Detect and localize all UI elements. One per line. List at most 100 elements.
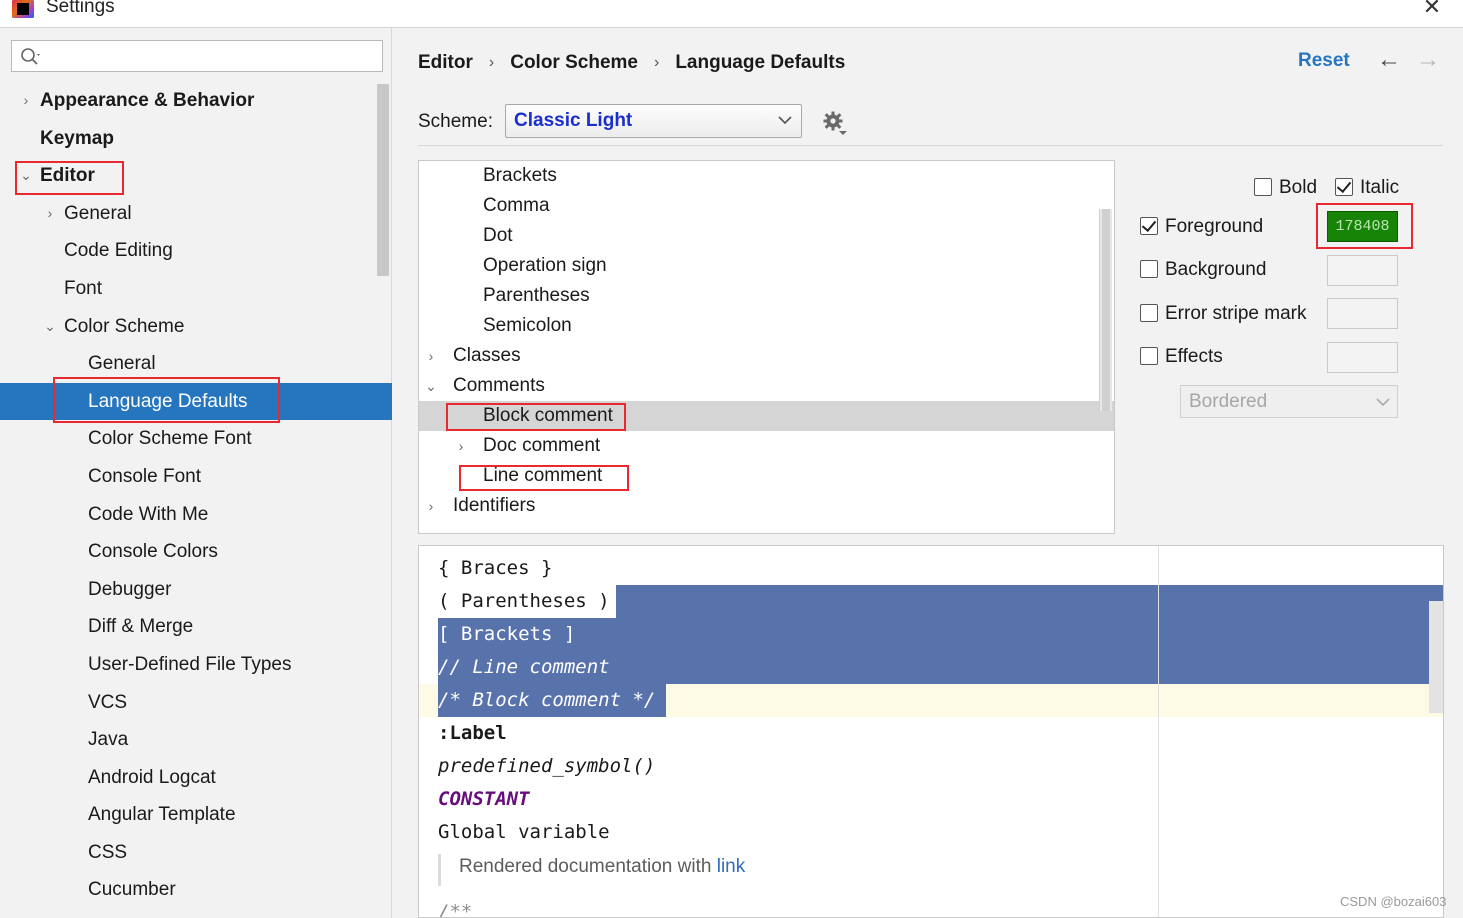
back-button[interactable]: ← bbox=[1375, 46, 1403, 74]
sidebar-item-diff-merge[interactable]: Diff & Merge bbox=[0, 608, 378, 646]
tree-item-label: Line comment bbox=[483, 465, 603, 486]
breadcrumb-color-scheme[interactable]: Color Scheme bbox=[510, 52, 638, 74]
foreground-color-swatch[interactable]: 178408 bbox=[1327, 211, 1398, 242]
scheme-value: Classic Light bbox=[514, 110, 633, 131]
sidebar-item-console-colors[interactable]: Console Colors bbox=[0, 533, 378, 571]
error-stripe-label: Error stripe mark bbox=[1165, 303, 1307, 324]
color-element-tree: Brackets Comma Dot Operation sign Parent… bbox=[418, 160, 1115, 534]
background-label: Background bbox=[1165, 259, 1267, 280]
tree-item-parentheses[interactable]: Parentheses bbox=[419, 281, 1099, 311]
effects-color-swatch[interactable] bbox=[1327, 342, 1398, 373]
sidebar-item-vcs[interactable]: VCS bbox=[0, 684, 378, 722]
tree-item-doc-comment[interactable]: › Doc comment bbox=[419, 431, 1099, 461]
sidebar-item-appearance-behavior[interactable]: › Appearance & Behavior bbox=[0, 82, 378, 120]
tree-item-dot[interactable]: Dot bbox=[419, 221, 1099, 251]
italic-label: Italic bbox=[1360, 177, 1400, 198]
rendered-doc-text: Rendered documentation with bbox=[459, 856, 717, 877]
sidebar-item-keymap[interactable]: Keymap bbox=[0, 120, 378, 158]
foreground-label: Foreground bbox=[1165, 216, 1264, 237]
tree-item-line-comment[interactable]: Line comment bbox=[419, 461, 1099, 491]
scheme-dropdown[interactable]: Classic Light bbox=[505, 104, 802, 138]
sidebar-item-general[interactable]: › General bbox=[0, 195, 378, 233]
chevron-down-icon: ⌄ bbox=[20, 167, 32, 184]
italic-checkbox-box bbox=[1335, 178, 1353, 196]
preview-line-constant: CONSTANT bbox=[419, 783, 1443, 816]
settings-main-panel: Editor › Color Scheme › Language Default… bbox=[392, 28, 1463, 918]
sidebar-item-debugger[interactable]: Debugger bbox=[0, 571, 378, 609]
sidebar-item-label: Cucumber bbox=[88, 879, 176, 901]
sidebar-item-editor[interactable]: ⌄ Editor bbox=[0, 157, 378, 195]
sidebar-item-color-scheme[interactable]: ⌄ Color Scheme bbox=[0, 308, 378, 346]
element-tree-scrollbar[interactable] bbox=[1099, 209, 1112, 411]
sidebar-scrollbar[interactable] bbox=[377, 84, 389, 276]
code-text: /* Block comment */ bbox=[438, 689, 656, 711]
tree-item-label: Brackets bbox=[483, 165, 557, 186]
error-stripe-color-swatch[interactable] bbox=[1327, 298, 1398, 329]
foreground-checkbox[interactable]: Foreground bbox=[1140, 216, 1263, 238]
preview-line-global-variable: Global variable bbox=[419, 816, 1443, 849]
tree-item-comments[interactable]: ⌄ Comments bbox=[419, 371, 1099, 401]
effects-checkbox[interactable]: Effects bbox=[1140, 346, 1223, 368]
background-color-swatch[interactable] bbox=[1327, 255, 1398, 286]
chevron-right-icon: › bbox=[428, 498, 434, 514]
tree-item-label: Operation sign bbox=[483, 255, 607, 276]
effects-style-value: Bordered bbox=[1189, 391, 1268, 412]
search-box[interactable] bbox=[11, 40, 383, 72]
background-checkbox[interactable]: Background bbox=[1140, 259, 1266, 281]
breadcrumb-separator: › bbox=[653, 54, 660, 71]
code-text: ( Parentheses ) bbox=[438, 590, 610, 612]
watermark-text: CSDN @bozai603 bbox=[1340, 894, 1447, 909]
sidebar-item-code-with-me[interactable]: Code With Me bbox=[0, 496, 378, 534]
sidebar-item-label: Angular Template bbox=[88, 804, 236, 826]
gear-icon[interactable] bbox=[822, 110, 848, 136]
bold-checkbox[interactable]: Bold bbox=[1254, 177, 1317, 199]
tree-item-label: Comments bbox=[453, 375, 545, 396]
foreground-color-value: 178408 bbox=[1335, 218, 1390, 235]
error-stripe-checkbox[interactable]: Error stripe mark bbox=[1140, 303, 1306, 325]
breadcrumb-editor[interactable]: Editor bbox=[418, 52, 473, 74]
sidebar-item-color-scheme-general[interactable]: General bbox=[0, 345, 378, 383]
sidebar-item-css[interactable]: CSS bbox=[0, 834, 378, 872]
forward-button[interactable]: → bbox=[1414, 46, 1442, 74]
sidebar-item-cucumber[interactable]: Cucumber bbox=[0, 871, 378, 909]
sidebar-item-java[interactable]: Java bbox=[0, 721, 378, 759]
tree-item-label: Semicolon bbox=[483, 315, 572, 336]
sidebar-item-label: VCS bbox=[88, 691, 128, 713]
sidebar-item-color-scheme-font[interactable]: Color Scheme Font bbox=[0, 420, 378, 458]
sidebar-item-console-font[interactable]: Console Font bbox=[0, 458, 378, 496]
tree-item-identifiers[interactable]: › Identifiers bbox=[419, 491, 1099, 521]
breadcrumb-separator: › bbox=[488, 54, 495, 71]
tree-item-label: Parentheses bbox=[483, 285, 590, 306]
tree-item-comma[interactable]: Comma bbox=[419, 191, 1099, 221]
settings-sidebar: › Appearance & Behavior Keymap ⌄ Editor … bbox=[0, 28, 392, 918]
code-text: /** bbox=[438, 901, 473, 918]
sidebar-item-label: Language Defaults bbox=[88, 390, 248, 412]
italic-checkbox[interactable]: Italic bbox=[1335, 177, 1399, 199]
tree-item-classes[interactable]: › Classes bbox=[419, 341, 1099, 371]
sidebar-item-android-logcat[interactable]: Android Logcat bbox=[0, 759, 378, 797]
search-input[interactable] bbox=[46, 45, 376, 67]
sidebar-item-user-defined-file-types[interactable]: User-Defined File Types bbox=[0, 646, 378, 684]
effects-style-dropdown[interactable]: Bordered bbox=[1180, 385, 1398, 418]
sidebar-item-language-defaults[interactable]: Language Defaults bbox=[0, 382, 392, 421]
tree-item-brackets[interactable]: Brackets bbox=[419, 161, 1099, 191]
effects-checkbox-box bbox=[1140, 347, 1158, 365]
chevron-down-icon bbox=[778, 116, 792, 125]
code-preview[interactable]: { Braces } ( Parentheses ) [ Brackets ] … bbox=[418, 545, 1444, 918]
tree-item-operation-sign[interactable]: Operation sign bbox=[419, 251, 1099, 281]
sidebar-item-label: Diff & Merge bbox=[88, 616, 194, 638]
reset-link[interactable]: Reset bbox=[1298, 50, 1350, 72]
tree-item-semicolon[interactable]: Semicolon bbox=[419, 311, 1099, 341]
preview-line-parentheses: ( Parentheses ) bbox=[419, 585, 1443, 618]
code-text: predefined_symbol() bbox=[438, 755, 656, 777]
sidebar-item-label: User-Defined File Types bbox=[88, 653, 292, 675]
close-button[interactable]: ✕ bbox=[1420, 0, 1444, 20]
sidebar-item-font[interactable]: Font bbox=[0, 270, 378, 308]
arrow-right-icon: → bbox=[1416, 46, 1440, 73]
sidebar-item-angular-template[interactable]: Angular Template bbox=[0, 796, 378, 834]
preview-scrollbar[interactable] bbox=[1429, 601, 1443, 713]
sidebar-item-code-editing[interactable]: Code Editing bbox=[0, 232, 378, 270]
tree-item-block-comment[interactable]: Block comment bbox=[419, 401, 1114, 431]
close-icon: ✕ bbox=[1422, 0, 1442, 19]
doc-link[interactable]: link bbox=[717, 856, 746, 877]
